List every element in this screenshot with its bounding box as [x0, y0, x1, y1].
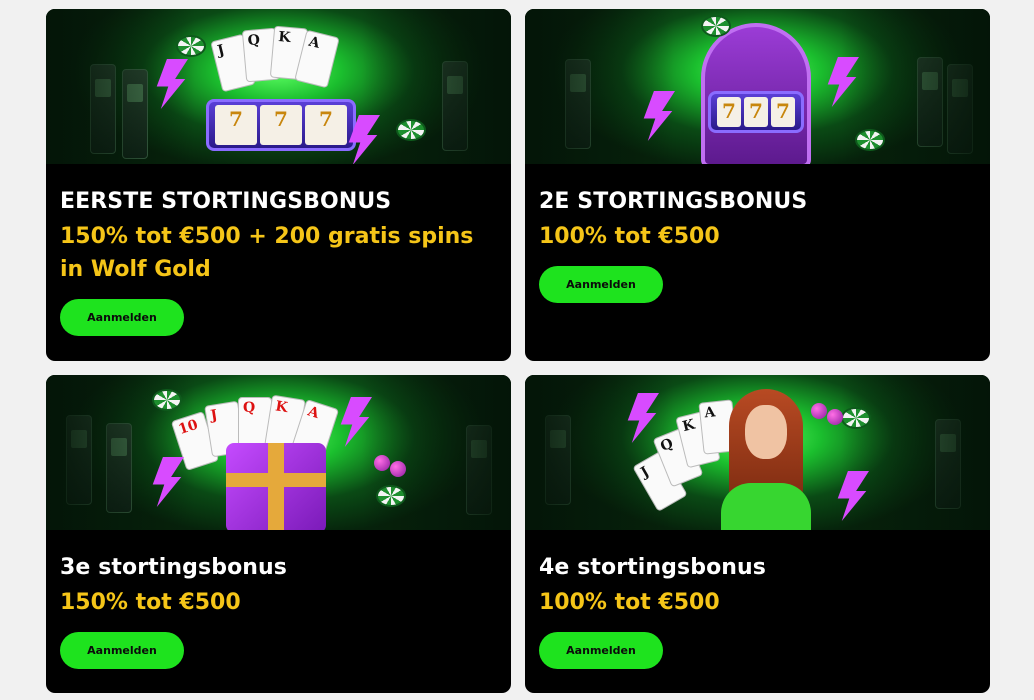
promo-card-2: 7 7 7 2E STORTINGSBONUS 100% tot €500 Aa… — [525, 9, 990, 361]
promo-title: 3e stortingsbonus — [60, 555, 288, 580]
casino-chip-icon — [841, 407, 871, 429]
aanmelden-button[interactable]: Aanmelden — [539, 266, 663, 303]
promo-banner-3: 10 J Q K A — [46, 375, 511, 530]
promo-card-1: J Q K A 7 7 7 EERSTE STORTINGSBONUS 150%… — [46, 9, 511, 361]
aanmelden-button[interactable]: Aanmelden — [60, 632, 184, 669]
casino-chip-icon — [376, 485, 406, 507]
promo-offer: 150% tot €500 — [60, 590, 241, 615]
promo-offer: 100% tot €500 — [539, 590, 720, 615]
promo-title: 4e stortingsbonus — [539, 555, 767, 580]
promo-offer: 100% tot €500 — [539, 224, 720, 249]
slot-reels: 7 7 7 — [708, 91, 804, 133]
aanmelden-button[interactable]: Aanmelden — [60, 299, 184, 336]
slot-reel: 7 — [260, 105, 302, 145]
promo-body-4: 4e stortingsbonus 100% tot €500 Aanmelde… — [525, 530, 990, 693]
promo-title: EERSTE STORTINGSBONUS — [60, 189, 392, 214]
promo-body-2: 2E STORTINGSBONUS 100% tot €500 Aanmelde… — [525, 164, 990, 361]
casino-chip-icon — [176, 35, 206, 57]
slot-reels: 7 7 7 — [206, 99, 356, 151]
casino-chip-icon — [701, 15, 731, 37]
promo-card-4: J Q K A 4e stortingsbonus 100% tot €500 … — [525, 375, 990, 693]
gift-box — [226, 443, 326, 530]
slot-reel: 7 — [771, 97, 795, 127]
casino-chip-icon — [152, 389, 182, 411]
promo-banner-4: J Q K A — [525, 375, 990, 530]
promo-card-3: 10 J Q K A 3e stortingsbonus 150% tot €5… — [46, 375, 511, 693]
woman-portrait — [721, 383, 811, 530]
promo-body-3: 3e stortingsbonus 150% tot €500 Aanmelde… — [46, 530, 511, 693]
cherry-icon — [811, 403, 827, 419]
promo-body-1: EERSTE STORTINGSBONUS 150% tot €500 + 20… — [46, 164, 511, 361]
promo-title: 2E STORTINGSBONUS — [539, 189, 808, 214]
cherry-icon — [374, 455, 390, 471]
aanmelden-button[interactable]: Aanmelden — [539, 632, 663, 669]
slot-reel: 7 — [215, 105, 257, 145]
promo-banner-1: J Q K A 7 7 7 — [46, 9, 511, 164]
promotions-grid: J Q K A 7 7 7 EERSTE STORTINGSBONUS 150%… — [46, 9, 990, 697]
cherry-icon — [827, 409, 843, 425]
slot-reel: 7 — [744, 97, 768, 127]
casino-chip-icon — [396, 119, 426, 141]
promo-banner-2: 7 7 7 — [525, 9, 990, 164]
cherry-icon — [390, 461, 406, 477]
slot-reel: 7 — [305, 105, 347, 145]
promo-offer: 150% tot €500 + 200 gratis spins in Wolf… — [60, 224, 474, 282]
slot-reel: 7 — [717, 97, 741, 127]
casino-chip-icon — [855, 129, 885, 151]
